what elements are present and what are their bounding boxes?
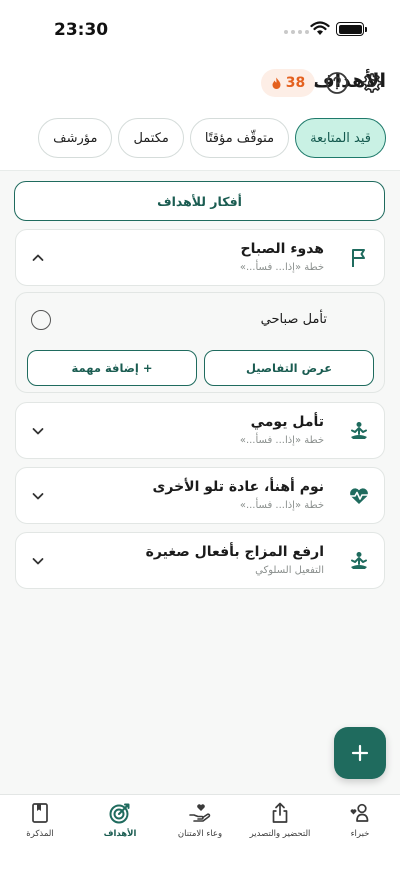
goal-subtitle: التفعيل السلوكي [255,565,324,576]
nav-item-goals[interactable]: الأهداف [80,801,160,845]
goal-subtitle: خطة «إذا... فسأ...» [239,262,324,273]
task-checkbox[interactable] [31,310,51,330]
meditation-icon [351,552,367,569]
nav-label: المذكرة [26,829,54,839]
status-bar: 23:30 [0,0,400,56]
goal-expanded-panel: تأمل صباحي عرض التفاصيل + إضافة مهمة [15,292,385,393]
nav-label: وعاء الامتنان [177,829,223,839]
wifi-icon [310,21,330,35]
nav-label: التحضير والتصدير [249,829,311,839]
add-task-button[interactable]: + إضافة مهمة [27,350,197,386]
nav-item-journal[interactable]: المذكرة [0,801,80,845]
chevron-up-icon[interactable] [30,250,46,266]
signal-icon [284,30,309,34]
flag-icon [352,249,365,267]
nav-item-prepare-export[interactable]: التحضير والتصدير [240,801,320,845]
add-goal-button[interactable] [334,727,386,779]
header: الأهداف 38 [0,60,400,104]
goal-subtitle: خطة «إذا... فسأ...» [239,435,324,446]
battery-icon [336,22,367,36]
status-time: 23:30 [54,20,109,40]
nav-label: الأهداف [103,829,137,839]
goal-title: تأمل يومي [250,414,324,430]
notebook-icon [32,803,48,823]
goal-card[interactable]: ارفع المزاج بأفعال صغيرة التفعيل السلوكي [15,532,385,589]
meditation-icon [351,422,367,439]
goal-ideas-button[interactable]: أفكار للأهداف [14,181,385,221]
heart-pulse-icon [349,488,369,504]
goal-title: ارفع المزاج بأفعال صغيرة [145,544,324,560]
gear-icon[interactable] [360,71,384,95]
goal-title: نوم أهنأ، عادة تلو الأخرى [152,479,324,495]
tab-paused[interactable]: متوقّف مؤقتًا [189,118,290,158]
chevron-down-icon[interactable] [30,553,46,569]
nav-item-gratitude-jar[interactable]: وعاء الامتنان [160,801,240,845]
bottom-nav: خبراء التحضير والتصدير وعاء الامتنان الأ… [0,794,400,869]
tab-archived[interactable]: مؤرشف [38,118,113,158]
goal-card[interactable]: تأمل يومي خطة «إذا... فسأ...» [15,402,385,459]
view-details-button[interactable]: عرض التفاصيل [204,350,374,386]
chevron-down-icon[interactable] [30,423,46,439]
tab-in-progress[interactable]: قيد المتابعة [295,118,386,158]
gratitude-jar-icon [189,804,211,822]
goal-subtitle: خطة «إذا... فسأ...» [239,500,324,511]
flame-icon [272,77,281,89]
nav-label: خبراء [350,829,370,839]
task-label: تأمل صباحي [260,312,327,327]
goal-card[interactable]: هدوء الصباح خطة «إذا... فسأ...» [15,229,385,286]
streak-badge[interactable]: 38 [261,69,315,97]
share-export-icon [272,802,288,823]
nav-item-experts[interactable]: خبراء [320,801,400,845]
experts-icon [350,803,369,822]
help-icon[interactable] [325,71,349,95]
plus-icon [351,744,369,762]
streak-count: 38 [285,75,306,91]
goal-card[interactable]: نوم أهنأ، عادة تلو الأخرى خطة «إذا... فس… [15,467,385,524]
target-icon [109,803,130,824]
status-filter-tabs: قيد المتابعة متوقّف مؤقتًا مكتمل مؤرشف [38,118,386,158]
goal-title: هدوء الصباح [240,241,324,257]
chevron-down-icon[interactable] [30,488,46,504]
tab-completed[interactable]: مكتمل [118,118,184,158]
